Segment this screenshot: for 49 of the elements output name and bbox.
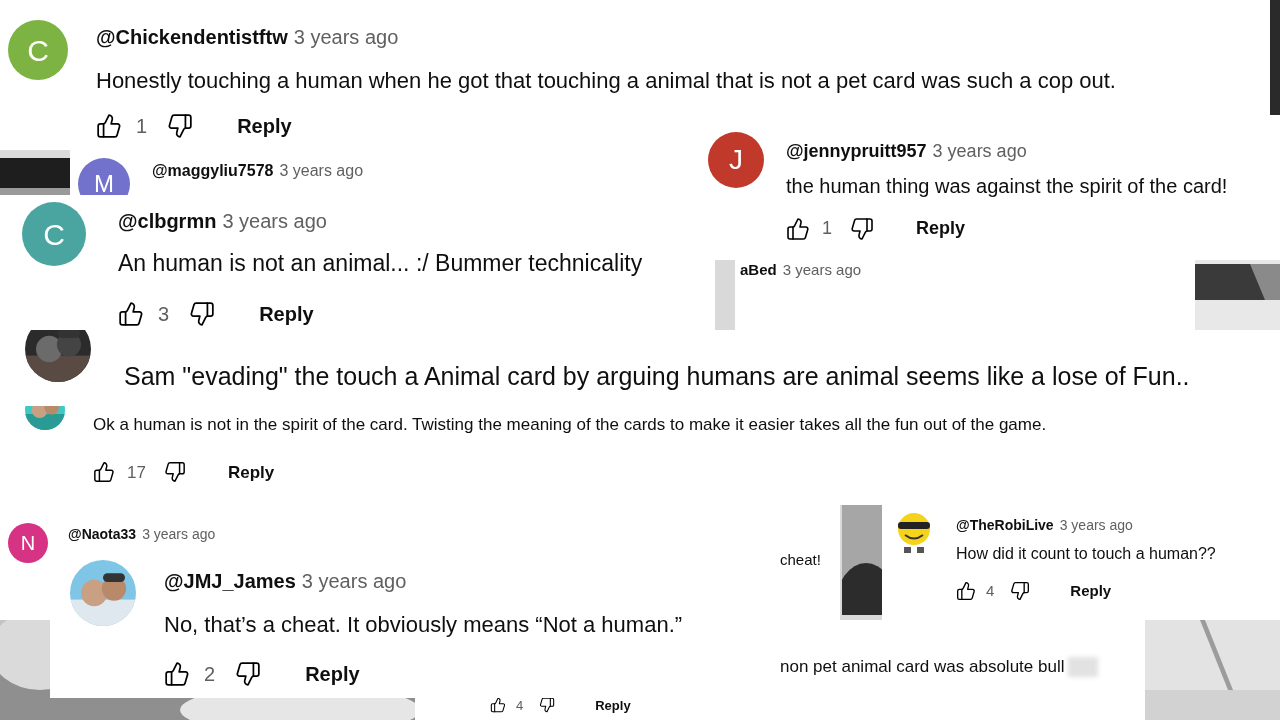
thumbs-up-icon[interactable] [956, 581, 976, 602]
comment-text: Honestly touching a human when he got that touching a animal that is not a pet card was such a cop out. [96, 67, 1116, 95]
thumbs-up-icon[interactable] [786, 216, 810, 241]
thumbs-up-icon[interactable] [490, 697, 506, 714]
avatar: M [78, 158, 130, 195]
thumbs-down-icon[interactable] [850, 216, 874, 241]
reply-button[interactable]: Reply [1070, 580, 1112, 603]
thumbs-down-icon[interactable] [1010, 581, 1031, 602]
thumbs-down-icon[interactable] [163, 461, 186, 484]
comment-text: Ok a human is not in the spirit of the card. Twisting the meaning of the cards to make it easier takes all the fun out of the game. [93, 414, 1047, 436]
like-count: 1 [822, 217, 832, 240]
comment-text: An human is not an animal... :/ Bummer technicality [118, 249, 643, 278]
like-count: 4 [516, 696, 524, 715]
reply-button[interactable]: Reply [259, 298, 314, 329]
thumbs-up-icon[interactable] [118, 300, 144, 327]
timestamp: 3 years ago [1059, 516, 1133, 535]
timestamp: 3 years ago [782, 260, 862, 280]
reply-button[interactable]: Reply [227, 459, 275, 485]
user-handle[interactable]: @jennypruitt957 [786, 138, 927, 165]
timestamp: 3 years ago [222, 209, 327, 234]
reply-button[interactable]: Reply [237, 111, 292, 141]
timestamp: 3 years ago [932, 140, 1027, 163]
avatar: C [8, 20, 68, 80]
reply-button[interactable]: Reply [595, 695, 631, 715]
comment-text: Sam "evading" the touch a Animal card by arguing humans are animal seems like a lose of Fun.. [124, 361, 1190, 392]
comment-text: How did it count to touch a human?? [956, 544, 1216, 564]
thumbs-up-icon[interactable] [96, 113, 122, 139]
comment-text: non pet animal card was absolute bull [780, 656, 1065, 678]
user-handle[interactable]: @Chickendentistftw [96, 22, 288, 52]
blur-patch [1068, 656, 1099, 677]
thumbs-down-icon[interactable] [539, 697, 556, 714]
reply-button[interactable]: Reply [916, 215, 966, 242]
thumbs-down-icon[interactable] [167, 113, 194, 139]
user-handle[interactable]: @clbgrmn [118, 206, 217, 236]
comment-text: cheat! [780, 550, 821, 570]
avatar: J [708, 132, 764, 188]
like-count: 17 [127, 461, 146, 484]
user-handle[interactable]: aBed [740, 259, 777, 282]
timestamp: 3 years ago [293, 25, 399, 50]
thumbs-down-icon[interactable] [189, 300, 216, 327]
like-count: 3 [158, 301, 170, 327]
user-handle[interactable]: @maggyliu7578 [152, 159, 274, 183]
timestamp: 3 years ago [279, 161, 364, 181]
thumbs-up-icon[interactable] [93, 461, 115, 484]
user-handle[interactable]: @TheRobiLive [956, 515, 1054, 536]
comment-text: the human thing was against the spirit of the card! [786, 174, 1228, 199]
avatar: C [22, 202, 86, 266]
like-count: 4 [986, 581, 995, 601]
like-count: 1 [136, 114, 148, 139]
